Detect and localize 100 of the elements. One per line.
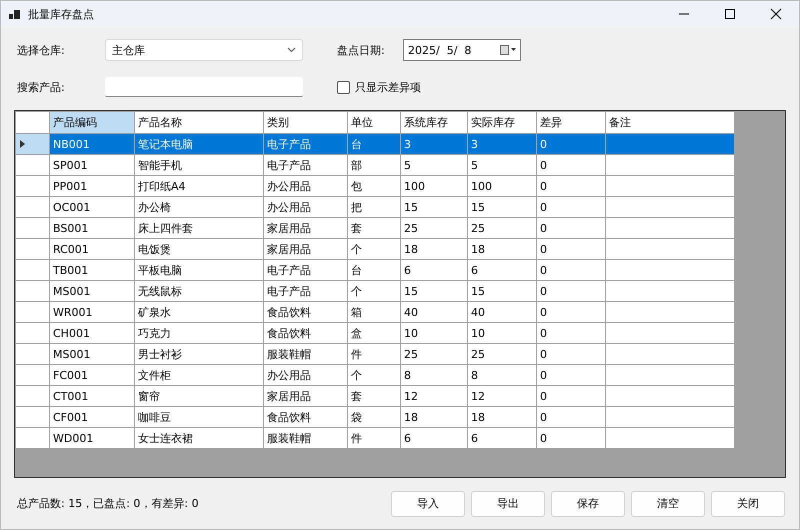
- table-cell: 窗帘: [134, 386, 264, 406]
- table-cell: 盒: [348, 322, 400, 344]
- table-cell: 0: [536, 302, 606, 322]
- table-cell: WD001: [50, 428, 134, 448]
- column-header[interactable]: 系统库存: [400, 112, 468, 134]
- table-cell: 服装鞋帽: [264, 344, 348, 364]
- table-cell: 巧克力: [134, 322, 264, 344]
- chevron-down-icon: [287, 47, 296, 53]
- action-button[interactable]: 清空: [631, 490, 705, 516]
- table-cell: 25: [468, 344, 536, 364]
- table-cell: 办公用品: [264, 196, 348, 218]
- table-cell: 个: [348, 364, 400, 386]
- table-cell: 家居用品: [264, 386, 348, 406]
- table-cell: 10: [400, 322, 468, 344]
- action-button[interactable]: 导出: [471, 490, 545, 516]
- table-cell: 6: [468, 260, 536, 280]
- diff-only-checkbox[interactable]: 只显示差异项: [337, 80, 799, 94]
- table-cell: 服装鞋帽: [264, 428, 348, 448]
- table-cell: 10: [468, 322, 536, 344]
- table-cell: 0: [536, 322, 606, 344]
- table-cell: 0: [536, 406, 606, 428]
- table-cell: 件: [348, 428, 400, 448]
- table-cell: 台: [348, 260, 400, 280]
- action-button[interactable]: 关闭: [711, 490, 785, 516]
- table-cell: 办公椅: [134, 196, 264, 218]
- table-cell: 矿泉水: [134, 302, 264, 322]
- table-cell: 12: [468, 386, 536, 406]
- table-cell: 25: [400, 344, 468, 364]
- table-cell: 0: [536, 238, 606, 260]
- table-cell: 8: [400, 364, 468, 386]
- table-cell: 25: [468, 218, 536, 238]
- table-cell: 15: [400, 280, 468, 302]
- table-cell: 电子产品: [264, 154, 348, 176]
- table-cell: 家居用品: [264, 238, 348, 260]
- table-cell: 18: [468, 406, 536, 428]
- table-cell: 食品饮料: [264, 322, 348, 344]
- column-header[interactable]: 类别: [264, 112, 348, 134]
- table-cell: PP001: [50, 176, 134, 196]
- column-header[interactable]: 备注: [606, 112, 734, 134]
- table-cell: OC001: [50, 196, 134, 218]
- table-cell: RC001: [50, 238, 134, 260]
- search-label: 搜索产品:: [17, 80, 66, 94]
- table-cell: WR001: [50, 302, 134, 322]
- action-button[interactable]: 导入: [391, 490, 465, 516]
- table-cell: 40: [400, 302, 468, 322]
- table-cell: 0: [536, 344, 606, 364]
- table-cell: 0: [536, 154, 606, 176]
- table-cell: 0: [536, 280, 606, 302]
- table-cell: 床上四件套: [134, 218, 264, 238]
- row-header[interactable]: [16, 134, 50, 154]
- table-cell: 0: [536, 218, 606, 238]
- table-cell: 男士衬衫: [134, 344, 264, 364]
- table-cell: 0: [536, 260, 606, 280]
- table-cell: 100: [400, 176, 468, 196]
- table-cell: 8: [468, 364, 536, 386]
- table-cell: FC001: [50, 364, 134, 386]
- table-cell: CH001: [50, 322, 134, 344]
- table-cell: 40: [468, 302, 536, 322]
- table-cell: 家居用品: [264, 218, 348, 238]
- table-cell: 平板电脑: [134, 260, 264, 280]
- table-cell: 台: [348, 134, 400, 154]
- search-field[interactable]: [105, 77, 303, 97]
- table-cell: 部: [348, 154, 400, 176]
- table-cell: 个: [348, 238, 400, 260]
- table-cell: BS001: [50, 218, 134, 238]
- column-header[interactable]: 单位: [348, 112, 400, 134]
- table-cell: 3: [468, 134, 536, 154]
- table-cell: 件: [348, 344, 400, 364]
- column-header[interactable]: 产品编码: [50, 112, 134, 134]
- table-cell: 6: [400, 428, 468, 448]
- warehouse-dropdown[interactable]: 主仓库: [105, 39, 303, 61]
- table-cell: 电饭煲: [134, 238, 264, 260]
- table-cell: 办公用品: [264, 176, 348, 196]
- table-cell: 咖啡豆: [134, 406, 264, 428]
- table-cell: 箱: [348, 302, 400, 322]
- table-cell: 无线鼠标: [134, 280, 264, 302]
- column-header[interactable]: 差异: [536, 112, 606, 134]
- table-cell: CT001: [50, 386, 134, 406]
- table-cell: 6: [400, 260, 468, 280]
- table-cell: 食品饮料: [264, 406, 348, 428]
- table-cell: 0: [536, 196, 606, 218]
- table-cell: 0: [536, 134, 606, 154]
- date-label: 盘点日期:: [337, 42, 386, 58]
- action-button[interactable]: 保存: [551, 490, 625, 516]
- table-cell: 包: [348, 176, 400, 196]
- window-title: 批量库存盘点: [28, 6, 95, 22]
- date-picker[interactable]: 2025/ 5/ 8: [403, 39, 521, 61]
- table-cell: 把: [348, 196, 400, 218]
- table-cell: 15: [468, 280, 536, 302]
- calendar-icon: [500, 45, 516, 55]
- column-header[interactable]: 产品名称: [134, 112, 264, 134]
- app-icon: [9, 8, 20, 20]
- table-cell: 女士连衣裙: [134, 428, 264, 448]
- table-cell: 笔记本电脑: [134, 134, 264, 154]
- table-cell: 电子产品: [264, 260, 348, 280]
- column-header[interactable]: 实际库存: [468, 112, 536, 134]
- table-cell: 15: [468, 196, 536, 218]
- table-cell: 0: [536, 176, 606, 196]
- table-cell: 5: [468, 154, 536, 176]
- table-cell: 0: [536, 428, 606, 448]
